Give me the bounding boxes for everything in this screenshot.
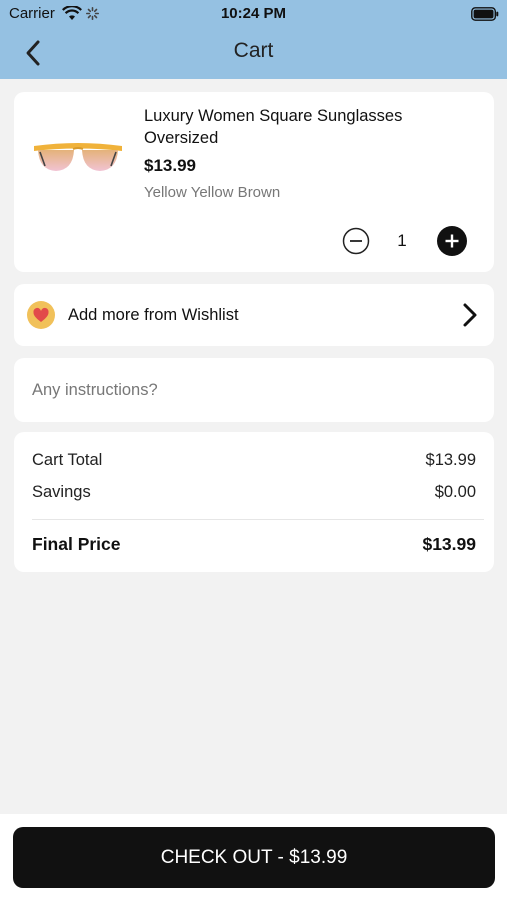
cart-total-label: Cart Total: [32, 451, 103, 469]
cart-total-value: $13.99: [425, 451, 476, 469]
decrease-quantity-icon[interactable]: [342, 227, 370, 255]
sunglasses-product-image[interactable]: [32, 132, 124, 192]
instructions-input[interactable]: [14, 358, 494, 422]
savings-value: $0.00: [434, 483, 476, 501]
final-price-value: $13.99: [422, 534, 476, 554]
product-variant: Yellow Yellow Brown: [144, 184, 281, 201]
wishlist-row[interactable]: Add more from Wishlist: [14, 284, 494, 346]
quantity-value: 1: [397, 231, 407, 250]
wishlist-label: Add more from Wishlist: [68, 306, 239, 324]
cart-item-card: Luxury Women Square Sunglasses Oversized…: [14, 92, 494, 272]
price-summary-card: Cart Total $13.99 Savings $0.00 Final Pr…: [14, 432, 494, 572]
status-time: 10:24 PM: [220, 5, 287, 22]
heart-icon: [27, 301, 55, 329]
chevron-right-icon: [463, 303, 477, 327]
header-bar: Carrier 10:24 PM Cart: [0, 0, 507, 79]
checkout-button[interactable]: CHECK OUT - $13.99: [13, 827, 495, 888]
status-bar: Carrier 10:24 PM: [0, 0, 507, 28]
page-title: Cart: [233, 39, 274, 62]
final-price-label: Final Price: [32, 534, 121, 554]
summary-divider: [32, 519, 484, 520]
instructions-card: [14, 358, 494, 422]
savings-label: Savings: [32, 483, 91, 501]
increase-quantity-icon[interactable]: [436, 225, 468, 257]
product-price: $13.99: [144, 156, 196, 175]
battery-icon: [471, 7, 499, 21]
product-name[interactable]: Luxury Women Square Sunglasses Oversized: [144, 105, 444, 149]
